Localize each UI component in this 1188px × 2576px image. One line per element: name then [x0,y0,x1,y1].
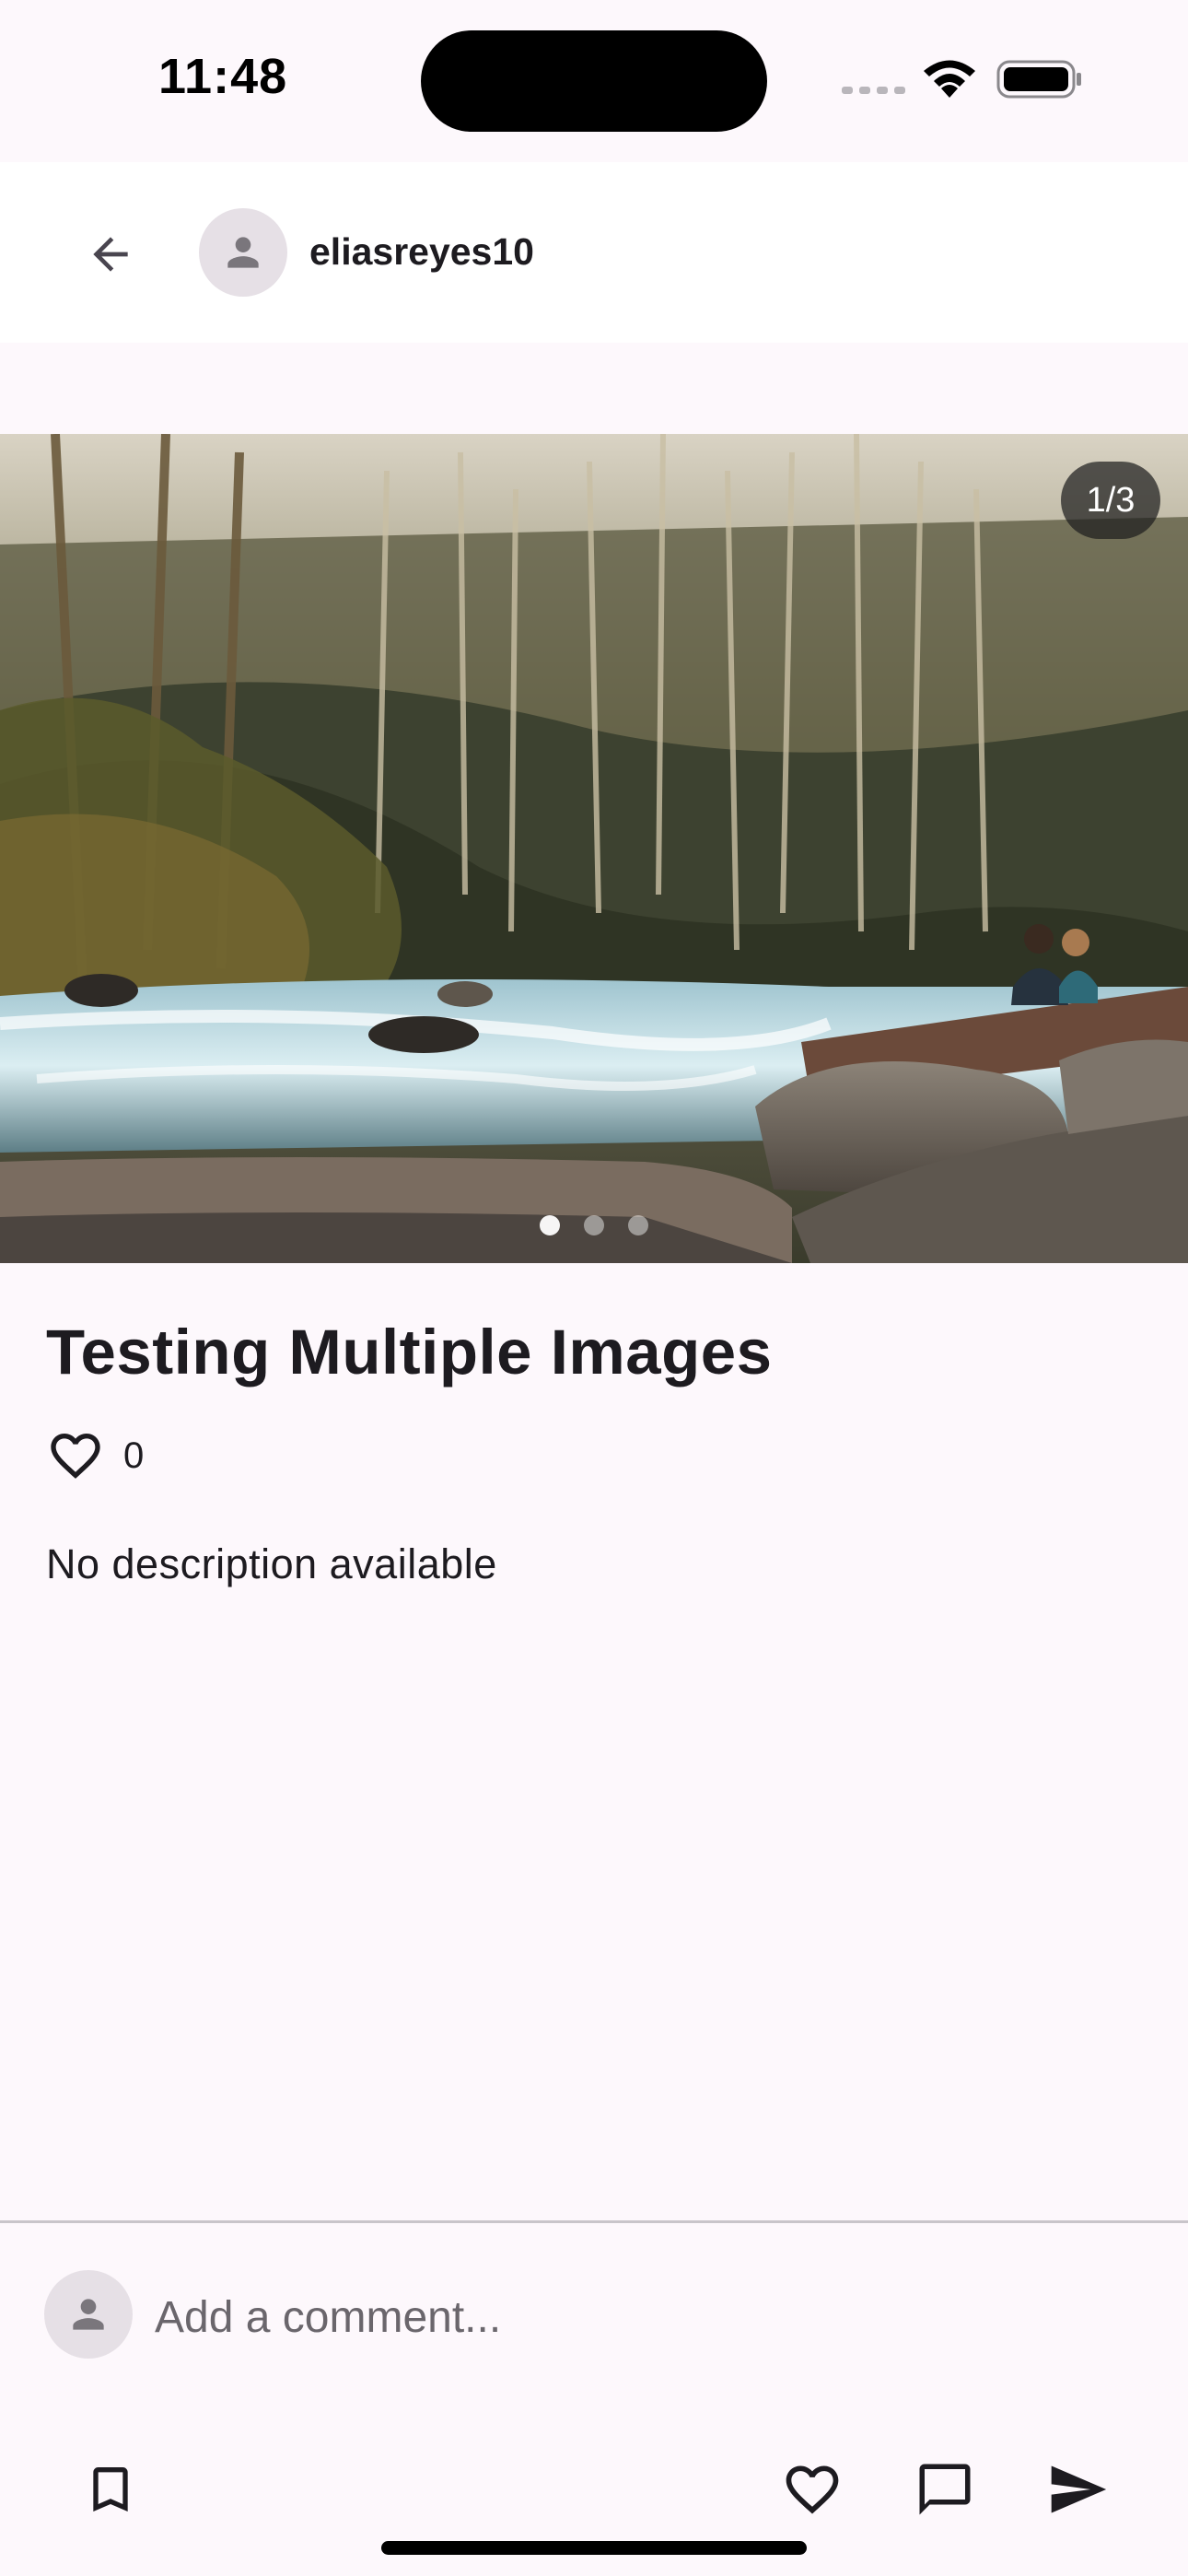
page-dot-1[interactable] [540,1215,560,1235]
bookmark-button[interactable] [66,2445,155,2534]
page-indicator [0,1215,1188,1237]
home-indicator [381,2541,807,2555]
app-bar: eliasreyes10 [0,162,1188,343]
chat-bubble-outline-icon [919,2464,971,2515]
person-icon [73,2299,104,2330]
heart-outline-icon [786,2465,839,2514]
arrow-back-icon [93,237,128,272]
send-button[interactable] [1033,2445,1122,2534]
current-user-avatar [44,2270,133,2359]
status-time: 11:48 [158,49,288,104]
comment-input[interactable] [155,2285,1131,2349]
author-username[interactable]: eliasreyes10 [309,230,534,274]
page-dot-3[interactable] [628,1215,648,1235]
bookmark-outline-icon [93,2467,128,2512]
battery-icon [996,60,1081,99]
like-button[interactable] [768,2445,856,2534]
send-icon [1051,2465,1107,2513]
comment-button[interactable] [901,2445,989,2534]
cellular-signal-icon [842,87,905,94]
river-forest-photo [0,434,1188,1263]
back-button[interactable] [66,210,155,299]
page-dot-2[interactable] [584,1215,604,1235]
status-bar: 11:48 [0,0,1188,162]
person-icon [227,237,259,268]
post-title: Testing Multiple Images [46,1317,773,1388]
post-description: No description available [46,1540,497,1587]
dynamic-island [421,30,767,132]
wifi-icon [924,60,975,98]
image-carousel[interactable]: 1/3 [0,434,1188,1263]
image-counter: 1/3 [1061,462,1160,539]
like-count: 0 [123,1434,145,1476]
author-avatar[interactable] [199,208,287,297]
heart-outline-icon[interactable] [46,1426,105,1485]
like-row: 0 [46,1426,144,1485]
divider [0,2220,1188,2223]
post-detail-screen: 11:48 eliasreyes10 1/3 Testing Multiple … [0,0,1188,2576]
